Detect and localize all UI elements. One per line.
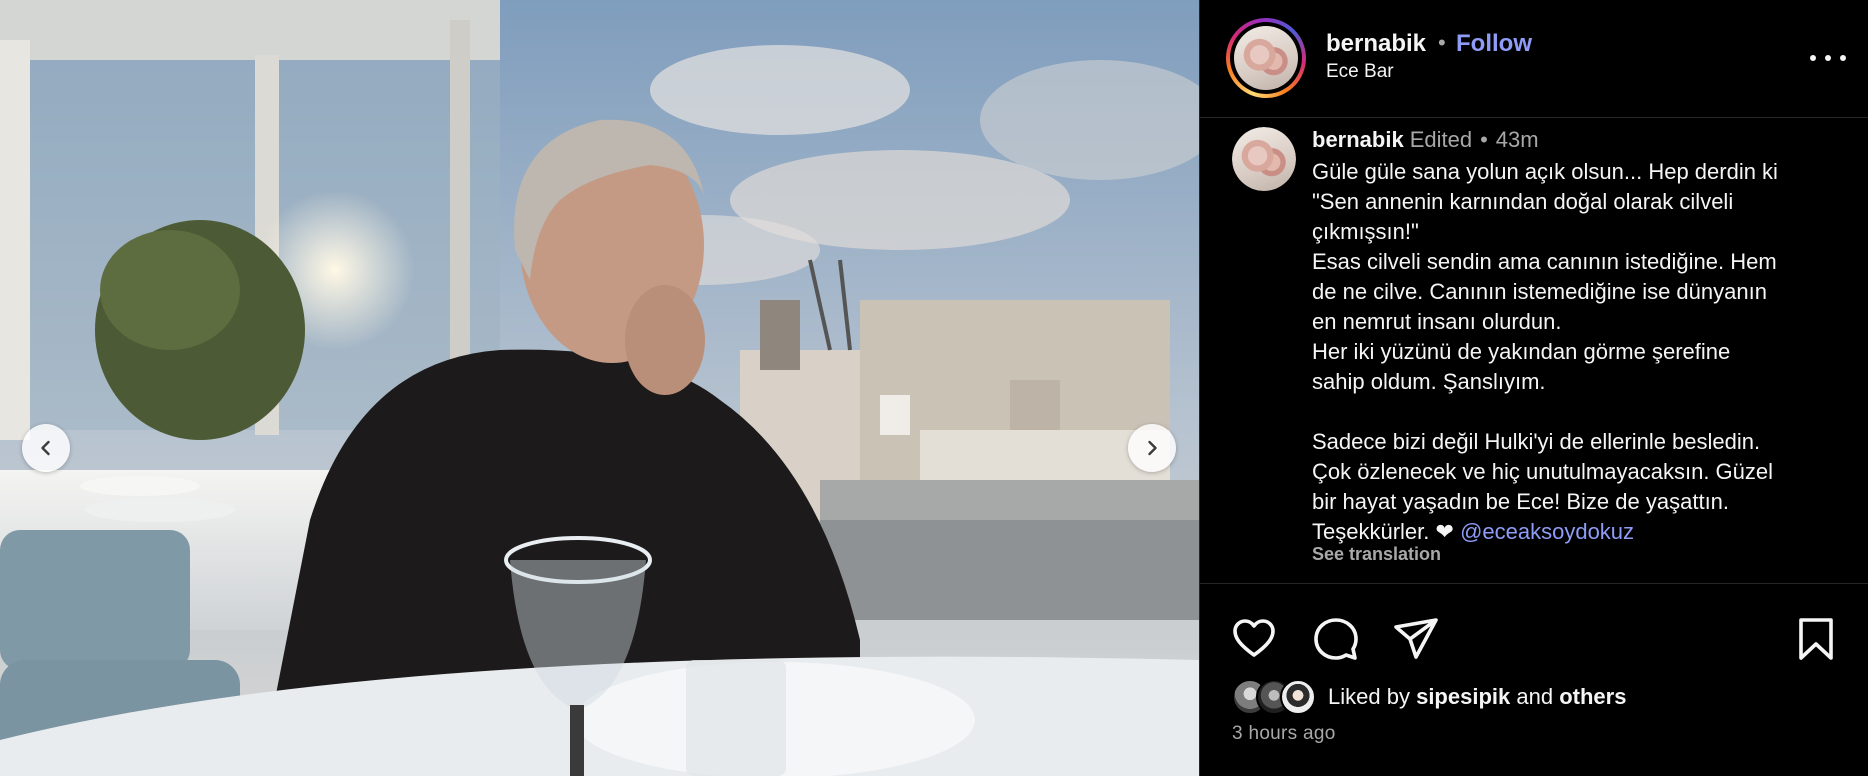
- caption-line: sahip oldum. Şanslıyım.: [1312, 369, 1546, 394]
- post-actions: Liked by sipesipik and others 3 hours ag…: [1200, 585, 1868, 776]
- caption-username[interactable]: bernabik: [1312, 127, 1404, 152]
- author-avatar: [1234, 26, 1298, 90]
- likes-summary: Liked by sipesipik and others: [1328, 684, 1626, 710]
- caption-section: bernabik Edited • 43m Güle güle sana yolun …: [1200, 119, 1868, 584]
- caption-line: Çok özlenecek ve hiç unutulmayacaksın. G…: [1312, 459, 1774, 484]
- edited-label: Edited: [1409, 127, 1473, 152]
- likes-row: Liked by sipesipik and others: [1232, 677, 1626, 717]
- header-separator: •: [1438, 30, 1446, 55]
- caption-line: en nemrut insanı olurdun.: [1312, 309, 1562, 334]
- caption-line: Her iki yüzünü de yakından görme şerefin…: [1312, 339, 1731, 364]
- heart-icon: [1233, 619, 1275, 657]
- location-link[interactable]: Ece Bar: [1326, 61, 1394, 83]
- others-link[interactable]: others: [1559, 684, 1626, 709]
- see-translation-link[interactable]: See translation: [1312, 544, 1441, 565]
- first-liker-link[interactable]: sipesipik: [1416, 684, 1510, 709]
- dot-icon: [1840, 55, 1846, 61]
- chevron-right-icon: [1148, 440, 1157, 456]
- more-options-button[interactable]: [1810, 44, 1846, 72]
- caption-time[interactable]: 43m: [1496, 127, 1539, 152]
- chevron-left-icon: [41, 440, 50, 456]
- caption-meta: bernabik Edited • 43m: [1312, 127, 1539, 153]
- author-story-ring[interactable]: [1226, 18, 1306, 98]
- likes-and-label: and: [1516, 684, 1554, 709]
- liker-avatar[interactable]: [1280, 679, 1316, 715]
- caption-last-line: Teşekkürler. ❤ @eceaksoydokuz: [1312, 517, 1852, 547]
- caption-line: "Sen annenin karnından doğal olarak cilv…: [1312, 189, 1734, 214]
- liked-by-label: Liked by: [1328, 684, 1410, 709]
- post-timestamp[interactable]: 3 hours ago: [1232, 723, 1336, 745]
- like-button[interactable]: [1230, 615, 1278, 663]
- rooftop-photo: [0, 0, 1199, 776]
- caption-line: Sadece bizi değil Hulki'yi de ellerinle …: [1312, 429, 1761, 454]
- caption-text: Güle güle sana yolun açık olsun... Hep d…: [1312, 157, 1852, 547]
- instagram-post-dialog: bernabik • Follow Ece Bar bernabik Edited…: [0, 0, 1868, 776]
- comment-button[interactable]: [1312, 615, 1360, 663]
- meta-separator: •: [1480, 127, 1488, 152]
- post-photo: [0, 0, 1199, 776]
- caption-line: de ne cilve. Canının istemediğine ise dü…: [1312, 279, 1767, 304]
- post-header: bernabik • Follow Ece Bar: [1200, 0, 1868, 118]
- author-username[interactable]: bernabik: [1326, 30, 1426, 58]
- next-photo-button[interactable]: [1128, 424, 1176, 472]
- caption-author-avatar[interactable]: [1232, 127, 1296, 191]
- previous-photo-button[interactable]: [22, 424, 70, 472]
- caption-line: Güle güle sana yolun açık olsun... Hep d…: [1312, 159, 1778, 184]
- caption-line: bir hayat yaşadın be Ece! Bize de yaşatt…: [1312, 489, 1730, 514]
- save-button[interactable]: [1792, 615, 1840, 663]
- share-button[interactable]: [1392, 615, 1440, 663]
- dot-icon: [1810, 55, 1816, 61]
- dot-icon: [1825, 55, 1831, 61]
- caption-line-text: Teşekkürler. ❤: [1312, 519, 1454, 544]
- follow-button[interactable]: Follow: [1456, 30, 1532, 58]
- caption-line: Esas cilveli sendin ama canının istediği…: [1312, 249, 1777, 274]
- caption-line: [1312, 397, 1852, 427]
- bookmark-icon: [1799, 618, 1833, 660]
- comment-icon: [1314, 618, 1358, 660]
- mention-link[interactable]: @eceaksoydokuz: [1460, 519, 1634, 544]
- caption-line: çıkmışsın!": [1312, 219, 1419, 244]
- post-sidebar: bernabik • Follow Ece Bar bernabik Edited…: [1199, 0, 1868, 776]
- send-icon: [1394, 618, 1438, 659]
